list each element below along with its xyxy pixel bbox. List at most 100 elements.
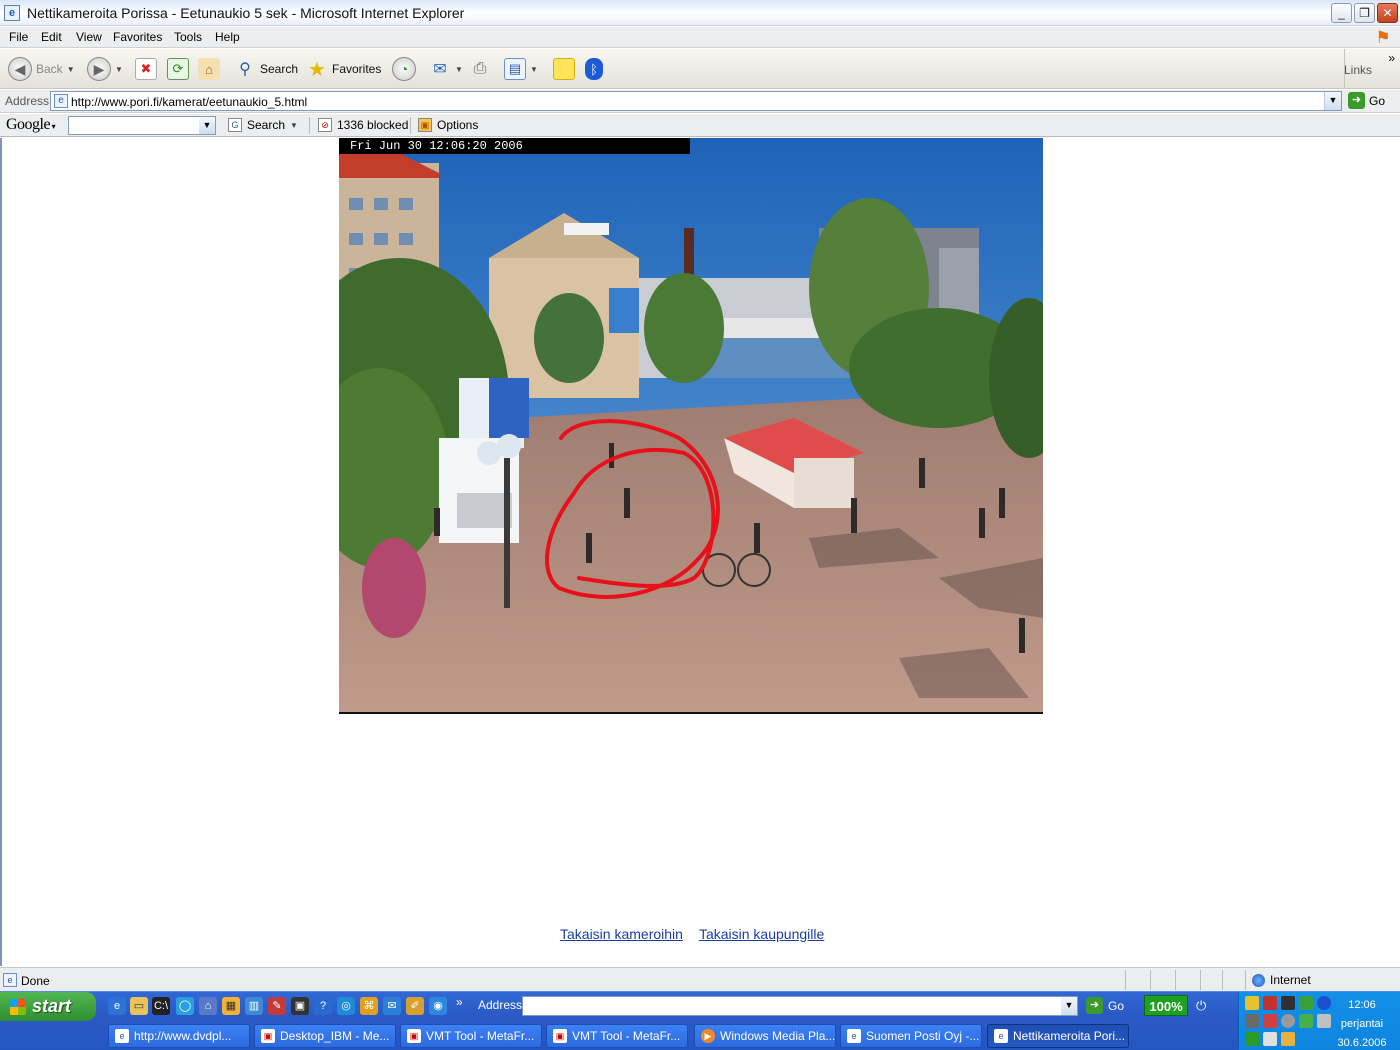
tray-disk-icon[interactable] — [1281, 1014, 1295, 1028]
menu-file[interactable]: File — [9, 30, 28, 44]
tray-tool-icon[interactable] — [1281, 1032, 1295, 1046]
forward-arrow-icon: ▶ — [87, 57, 111, 81]
menu-favorites[interactable]: Favorites — [113, 30, 162, 44]
start-button[interactable]: start — [0, 992, 96, 1021]
camera-timestamp: Fri Jun 30 12:06:20 2006 — [339, 138, 690, 154]
refresh-button[interactable]: ⟳ — [167, 54, 189, 84]
status-divider — [1245, 970, 1246, 990]
restore-button[interactable]: ❐ — [1354, 3, 1375, 23]
task-desktop-ibm[interactable]: ▣ Desktop_IBM - Me... — [254, 1024, 396, 1048]
monitor-icon[interactable]: ▣ — [291, 997, 309, 1015]
back-dropdown-icon[interactable]: ▼ — [67, 65, 75, 74]
tools-icon[interactable]: ✎ — [268, 997, 286, 1015]
forward-dropdown-icon[interactable]: ▼ — [115, 65, 123, 74]
messenger-icon[interactable]: ◉ — [429, 997, 447, 1015]
google-logo[interactable]: Google ▾ — [6, 116, 56, 134]
folder-icon[interactable]: ▭ — [130, 997, 148, 1015]
lock-icon[interactable]: ⌘ — [360, 997, 378, 1015]
mail-dropdown-icon[interactable]: ▼ — [455, 65, 463, 74]
help-icon[interactable]: ? — [314, 997, 332, 1015]
mail-quicklaunch-icon[interactable]: ✉ — [383, 997, 401, 1015]
power-plug-icon[interactable]: ⏻ — [1196, 998, 1206, 1014]
tray-antivirus-icon[interactable] — [1263, 996, 1277, 1010]
go-button[interactable]: ➜ Go — [1348, 92, 1385, 109]
favorites-button[interactable]: ★ Favorites — [306, 54, 381, 84]
link-back-to-cameras[interactable]: Takaisin kameroihin — [560, 926, 683, 942]
menu-help[interactable]: Help — [215, 30, 240, 44]
taskbar-address-dropdown-icon[interactable]: ▼ — [1061, 997, 1077, 1015]
stop-icon: ✖ — [135, 58, 157, 80]
task-vmt-tool-1[interactable]: ▣ VMT Tool - MetaFr... — [400, 1024, 542, 1048]
options-button[interactable]: ▣ Options — [418, 118, 478, 132]
tray-users-icon[interactable] — [1299, 996, 1313, 1010]
clock[interactable]: 12:06 perjantai 30.6.2006 — [1332, 996, 1392, 1050]
browser-icon[interactable]: ◎ — [337, 997, 355, 1015]
ie-quicklaunch-icon[interactable]: e — [108, 997, 126, 1015]
google-search-button[interactable]: G Search ▼ — [228, 118, 298, 132]
command-prompt-icon[interactable]: C:\ — [152, 997, 170, 1015]
chevron-right-icon[interactable]: » — [456, 995, 463, 1009]
address-url[interactable]: http://www.pori.fi/kamerat/eetunaukio_5.… — [71, 95, 307, 109]
task-nettikameroita[interactable]: e Nettikameroita Pori... — [987, 1024, 1129, 1048]
tray-disconnected-icon[interactable] — [1263, 1014, 1277, 1028]
minimize-button[interactable]: _ — [1331, 3, 1352, 23]
bluetooth-button[interactable]: ᛒ — [585, 54, 603, 84]
address-dropdown-icon[interactable]: ▼ — [1324, 92, 1341, 110]
calendar-icon[interactable]: ▦ — [222, 997, 240, 1015]
tray-battery-icon[interactable] — [1245, 1032, 1259, 1046]
zoom-indicator[interactable]: 100% — [1144, 995, 1188, 1016]
tray-update-icon[interactable] — [1299, 1014, 1313, 1028]
menu-tools[interactable]: Tools — [174, 30, 202, 44]
pencil-icon[interactable]: ✐ — [406, 997, 424, 1015]
edit-dropdown-icon[interactable]: ▼ — [530, 65, 538, 74]
task-vmt-tool-2[interactable]: ▣ VMT Tool - MetaFr... — [546, 1024, 688, 1048]
tray-bluetooth-icon[interactable] — [1317, 996, 1331, 1010]
network-icon[interactable]: ⌂ — [199, 997, 217, 1015]
stop-button[interactable]: ✖ — [135, 54, 157, 84]
link-back-to-city[interactable]: Takaisin kaupungille — [699, 926, 824, 942]
clock-date: 30.6.2006 — [1337, 1037, 1387, 1049]
chevron-right-icon[interactable]: » — [1388, 51, 1395, 65]
chat-icon[interactable]: ◯ — [176, 997, 194, 1015]
google-search-dropdown-icon[interactable]: ▼ — [290, 121, 298, 130]
task-suomen-posti[interactable]: e Suomen Posti Oyj -... — [840, 1024, 982, 1048]
task-dvdplay[interactable]: e http://www.dvdpl... — [108, 1024, 250, 1048]
menu-edit[interactable]: Edit — [41, 30, 62, 44]
history-button[interactable]: ◔ — [392, 54, 416, 84]
mail-button[interactable]: ✉ ▼ — [429, 54, 463, 84]
back-button[interactable]: ◀ Back ▼ — [8, 54, 75, 84]
home-button[interactable]: ⌂ — [198, 54, 220, 84]
task-windows-media-player[interactable]: ▶ Windows Media Pla... — [694, 1024, 836, 1048]
tray-modem-icon[interactable] — [1317, 1014, 1331, 1028]
tray-wireless-icon[interactable] — [1245, 1014, 1259, 1028]
google-dropdown-icon[interactable]: ▼ — [199, 117, 215, 134]
task-label: http://www.dvdpl... — [134, 1029, 232, 1043]
tray-monitor-icon[interactable] — [1281, 996, 1295, 1010]
close-button[interactable]: ✕ — [1377, 3, 1398, 23]
address-input[interactable]: e http://www.pori.fi/kamerat/eetunaukio_… — [50, 91, 1342, 111]
taskbar-go-button[interactable]: ➜ Go — [1086, 997, 1124, 1014]
google-search-input[interactable]: ▼ — [68, 116, 216, 135]
tray-document-icon[interactable] — [1263, 1032, 1277, 1046]
notes-button[interactable] — [553, 54, 575, 84]
navigation-links: Takaisin kameroihin Takaisin kaupungille — [560, 926, 824, 942]
links-label[interactable]: Links — [1344, 63, 1372, 77]
globe-icon — [1252, 973, 1265, 987]
task-label: Windows Media Pla... — [720, 1029, 836, 1043]
security-zone: Internet — [1252, 973, 1311, 987]
address-bar: Address e http://www.pori.fi/kamerat/eet… — [0, 90, 1400, 113]
zone-label: Internet — [1270, 973, 1311, 987]
popup-blocker-button[interactable]: ⊘ 1336 blocked — [318, 118, 408, 132]
taskbar: start e ▭ C:\ ◯ ⌂ ▦ ▥ ✎ ▣ ? ◎ ⌘ ✉ ✐ ◉ » … — [0, 991, 1400, 1050]
ie-icon[interactable]: e — [4, 5, 20, 21]
task-label: Nettikameroita Pori... — [1013, 1029, 1126, 1043]
book-icon[interactable]: ▥ — [245, 997, 263, 1015]
taskbar-address-input[interactable]: ▼ — [522, 996, 1078, 1016]
tray-network-icon[interactable] — [1245, 996, 1259, 1010]
forward-button[interactable]: ▶ ▼ — [87, 54, 123, 84]
search-button[interactable]: ⚲ Search — [234, 54, 298, 84]
print-button[interactable]: ⎙ — [469, 54, 491, 84]
menu-view[interactable]: View — [76, 30, 102, 44]
edit-button[interactable]: ▤ ▼ — [504, 54, 538, 84]
google-logo-text: Google — [6, 116, 51, 133]
